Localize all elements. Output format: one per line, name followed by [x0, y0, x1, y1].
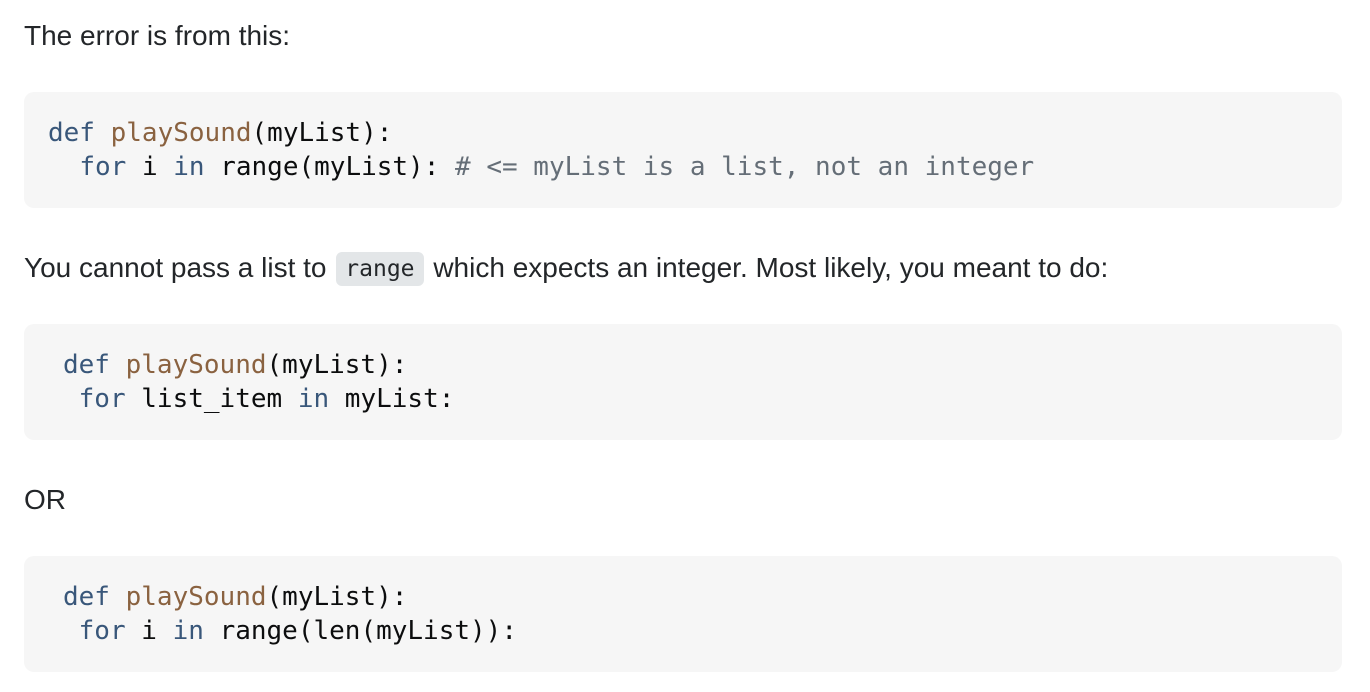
code-comment: # <= myList is a list, not an integer [455, 152, 1035, 182]
code-block-fix-1: def playSound(myList): for list_item in … [24, 324, 1342, 440]
code-line: for list_item in myList: [63, 382, 455, 416]
code-text: list_item [141, 384, 283, 414]
code-line: def playSound(myList): [63, 348, 407, 382]
function-name: playSound [110, 118, 252, 148]
code-text: i [141, 152, 158, 182]
keyword: for [78, 384, 126, 414]
inline-code-range: range [336, 252, 424, 286]
code-text: (myList): [266, 350, 408, 380]
code-text: (myList): [266, 582, 408, 612]
keyword: in [173, 152, 205, 182]
code-text: range(myList): [220, 152, 440, 182]
keyword: def [63, 582, 110, 612]
keyword: def [48, 118, 95, 148]
function-name: playSound [125, 350, 267, 380]
code-text: myList: [344, 384, 455, 414]
keyword: def [63, 350, 110, 380]
explanation-paragraph: You cannot pass a list to range which ex… [24, 250, 1108, 286]
code-block-fix-2: def playSound(myList): for i in range(le… [24, 556, 1342, 672]
intro-paragraph: The error is from this: [24, 20, 291, 51]
code-line: for i in range(myList): # <= myList is a… [48, 150, 1034, 184]
function-name: playSound [125, 582, 267, 612]
code-block-original: def playSound(myList): for i in range(my… [24, 92, 1342, 208]
explanation-text: You cannot pass a list to [24, 252, 327, 283]
code-text: range(len(myList)): [219, 616, 517, 646]
keyword: for [78, 616, 126, 646]
keyword: in [297, 384, 330, 414]
code-text: i [141, 616, 157, 646]
explanation-text: which expects an integer. Most likely, y… [433, 252, 1109, 283]
or-paragraph: OR [24, 484, 66, 515]
code-line: def playSound(myList): [63, 580, 407, 614]
code-line: for i in range(len(myList)): [63, 614, 517, 648]
keyword: for [79, 152, 127, 182]
code-text: (myList): [251, 118, 393, 148]
keyword: in [172, 616, 204, 646]
code-line: def playSound(myList): [48, 116, 392, 150]
